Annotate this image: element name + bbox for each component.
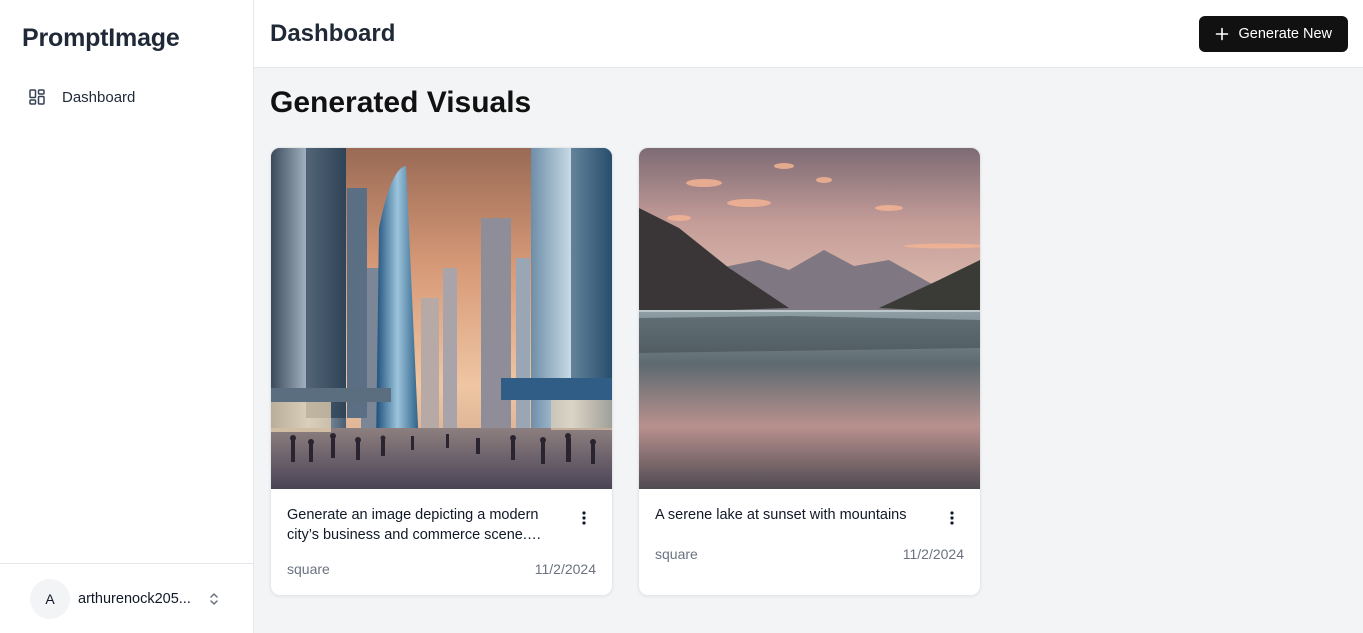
generate-new-button[interactable]: Generate New xyxy=(1198,15,1348,52)
more-vertical-icon[interactable] xyxy=(572,506,596,530)
visual-card[interactable]: Generate an image depicting a modern cit… xyxy=(270,147,613,596)
sidebar: PromptImage Dashboard A arthurenock205..… xyxy=(0,0,254,633)
more-vertical-icon[interactable] xyxy=(940,506,964,530)
content: Generated Visuals Generate an image depi… xyxy=(254,68,1363,596)
card-date: 11/2/2024 xyxy=(534,561,596,577)
username-label: arthurenock205... xyxy=(78,590,191,607)
sidebar-nav: Dashboard xyxy=(0,72,253,114)
card-body: Generate an image depicting a modern cit… xyxy=(271,489,612,595)
card-prompt: A serene lake at sunset with mountains xyxy=(655,507,907,523)
app-root: PromptImage Dashboard A arthurenock205..… xyxy=(0,0,1363,633)
brand-logo[interactable]: PromptImage xyxy=(0,0,253,72)
card-meta: square 11/2/2024 xyxy=(287,561,596,595)
card-format: square xyxy=(655,546,698,562)
top-bar: Dashboard Generate New xyxy=(254,0,1363,68)
sidebar-item-dashboard[interactable]: Dashboard xyxy=(14,80,239,114)
lake-sunset-image[interactable] xyxy=(639,148,980,489)
section-title: Generated Visuals xyxy=(270,86,532,119)
visuals-grid: Generate an image depicting a modern cit… xyxy=(270,147,1347,596)
main-area: Dashboard Generate New Generated Visuals xyxy=(254,0,1363,633)
city-skyline-image[interactable] xyxy=(271,148,612,489)
page-title: Dashboard xyxy=(270,19,396,47)
card-date: 11/2/2024 xyxy=(902,546,964,562)
card-header: A serene lake at sunset with mountains xyxy=(655,505,964,530)
plus-icon xyxy=(1215,27,1229,41)
user-menu[interactable]: A arthurenock205... xyxy=(0,563,253,633)
card-header: Generate an image depicting a modern cit… xyxy=(287,505,596,545)
avatar[interactable]: A xyxy=(30,578,70,619)
card-body: A serene lake at sunset with mountains s… xyxy=(639,489,980,588)
card-prompt: Generate an image depicting a modern cit… xyxy=(287,507,539,543)
card-format: square xyxy=(287,561,330,577)
chevron-up-down-icon[interactable] xyxy=(206,591,222,607)
generate-new-label: Generate New xyxy=(1238,25,1333,42)
sidebar-item-label: Dashboard xyxy=(62,88,136,106)
dashboard-grid-icon xyxy=(28,88,46,106)
visual-card[interactable]: A serene lake at sunset with mountains s… xyxy=(638,147,981,596)
card-meta: square 11/2/2024 xyxy=(655,546,964,588)
